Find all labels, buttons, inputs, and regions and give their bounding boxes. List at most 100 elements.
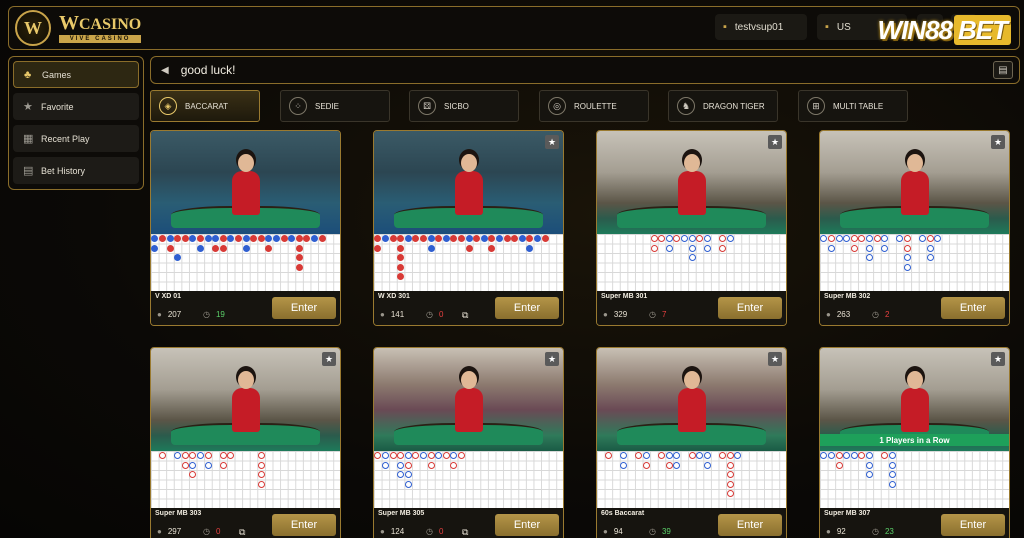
enter-button[interactable]: Enter: [941, 297, 1005, 319]
user-icon: ●: [826, 527, 831, 536]
roadmap-bead: [219, 235, 227, 243]
favorite-star-icon[interactable]: ★: [991, 135, 1005, 149]
enter-button[interactable]: Enter: [272, 297, 336, 319]
countdown-value: 0: [215, 527, 221, 536]
player-count-value: 124: [390, 527, 405, 536]
enter-button[interactable]: Enter: [495, 297, 559, 319]
roadmap-bead: [295, 254, 303, 262]
roadmap-bead: [620, 461, 628, 469]
casino-logo[interactable]: W WCASINO VIVE CASINO: [15, 10, 142, 46]
roadmap-bead: [904, 244, 911, 252]
roadmap-bead: [696, 452, 704, 460]
roadmap-bead: [473, 235, 481, 243]
countdown: ◷ 2: [872, 310, 889, 319]
club-icon: ♣: [24, 68, 32, 81]
roadmap-bead: [828, 452, 835, 460]
roadmap-bead: [650, 235, 658, 243]
player-count: ● 94: [603, 527, 623, 536]
sidebar-item-label: Games: [42, 69, 72, 80]
tab-dragon-tiger[interactable]: ♞ DRAGON TIGER: [668, 90, 778, 122]
table-card[interactable]: ★ Super MB 303 ● 297 ◷ 0 ⧉ Enter: [150, 347, 341, 538]
roadmap-bead: [219, 452, 227, 460]
tab-sicbo[interactable]: ⚄ SICBO: [409, 90, 519, 122]
roadmap-bead: [926, 254, 934, 262]
tab-sedie[interactable]: ⁘ SEDIE: [280, 90, 390, 122]
favorite-star-icon[interactable]: ★: [768, 135, 782, 149]
roadmap-bead: [181, 452, 189, 460]
roadmap-bead: [181, 461, 189, 469]
countdown-value: 0: [438, 310, 444, 319]
player-count-value: 297: [167, 527, 182, 536]
roadmap-bead: [257, 235, 265, 243]
roadmap-bead: [397, 254, 405, 262]
sidebar-item-bet-history[interactable]: ▤ Bet History: [13, 157, 139, 184]
roadmap-bead: [541, 235, 549, 243]
card-footer: W XD 301 ● 141 ◷ 0 ⧉ Enter: [374, 291, 563, 325]
table-card[interactable]: ★ W XD 301 ● 141 ◷ 0 ⧉ Enter: [373, 130, 564, 326]
roadmap-bead: [635, 452, 643, 460]
sidebar-item-label: Bet History: [41, 165, 86, 176]
table-card[interactable]: ★ Super MB 305 ● 124 ◷ 0 ⧉ Enter: [373, 347, 564, 538]
enter-button[interactable]: Enter: [718, 514, 782, 536]
table-card[interactable]: ★ Super MB 302 ● 263 ◷ 2 Enter: [819, 130, 1010, 326]
roadmap-bead: [404, 471, 412, 479]
roadmap-bead: [318, 235, 326, 243]
roadmap-bead: [511, 235, 519, 243]
player-count: ● 207: [157, 310, 181, 319]
roadmap-bead: [450, 235, 458, 243]
roadmap-bead: [265, 235, 273, 243]
roadmap-bead: [159, 235, 166, 243]
dealer-video: [820, 131, 1009, 234]
favorite-star-icon[interactable]: ★: [545, 135, 559, 149]
tab-roulette[interactable]: ◎ ROULETTE: [539, 90, 649, 122]
roadmap-bead: [450, 452, 458, 460]
enter-button[interactable]: Enter: [718, 297, 782, 319]
roadmap-bead: [435, 235, 443, 243]
roadmap-bead: [488, 235, 496, 243]
roadmap: [374, 451, 563, 508]
player-count: ● 141: [380, 310, 404, 319]
sidebar-item-recent-play[interactable]: ▦ Recent Play: [13, 125, 139, 152]
table-card[interactable]: ★ 1 Players in a Row Super MB 307 ● 92 ◷ 23 Ent…: [819, 347, 1010, 538]
user-account[interactable]: ▪ testvsup01: [715, 14, 807, 40]
enter-button[interactable]: Enter: [941, 514, 1005, 536]
roadmap-bead: [397, 452, 405, 460]
countdown: ◷ 0: [426, 527, 443, 536]
favorite-star-icon[interactable]: ★: [991, 352, 1005, 366]
favorite-star-icon[interactable]: ★: [322, 352, 336, 366]
roadmap-bead: [397, 235, 405, 243]
roadmap-bead: [159, 452, 166, 460]
tab-baccarat[interactable]: ◈ BACCARAT: [150, 90, 260, 122]
favorite-star-icon[interactable]: ★: [545, 352, 559, 366]
clock-icon: ◷: [872, 310, 879, 319]
roadmap-bead: [919, 235, 927, 243]
sidebar-item-favorite[interactable]: ★ Favorite: [13, 93, 139, 120]
roadmap-bead: [420, 452, 427, 460]
card-footer: V XD 01 ● 207 ◷ 19 Enter: [151, 291, 340, 325]
enter-button[interactable]: Enter: [272, 514, 336, 536]
roadmap-bead: [427, 235, 435, 243]
enter-button[interactable]: Enter: [495, 514, 559, 536]
roadmap-bead: [242, 244, 250, 252]
watermark-bet: BET: [954, 15, 1011, 45]
roadmap-bead: [896, 235, 904, 243]
roadmap-bead: [295, 235, 303, 243]
player-count: ● 329: [603, 310, 627, 319]
roadmap-bead: [458, 452, 465, 460]
table-card[interactable]: ★ 60s Baccarat ● 94 ◷ 39 Enter: [596, 347, 787, 538]
roadmap-bead: [926, 235, 934, 243]
message-icon[interactable]: ▤: [993, 61, 1013, 79]
roadmap-bead: [673, 235, 681, 243]
table-card[interactable]: ★ Super MB 301 ● 329 ◷ 7 Enter: [596, 130, 787, 326]
tab-multi-table[interactable]: ⊞ MULTI TABLE: [798, 90, 908, 122]
favorite-star-icon[interactable]: ★: [768, 352, 782, 366]
player-count-value: 207: [167, 310, 182, 319]
roadmap-bead: [534, 235, 541, 243]
dealer-figure: [675, 154, 709, 215]
roadmap-bead: [442, 235, 450, 243]
sidebar-item-games[interactable]: ♣ Games: [13, 61, 139, 88]
roadmap-bead: [166, 235, 174, 243]
roadmap-bead: [688, 254, 696, 262]
dealer-figure: [675, 371, 709, 432]
table-card[interactable]: V XD 01 ● 207 ◷ 19 Enter: [150, 130, 341, 326]
